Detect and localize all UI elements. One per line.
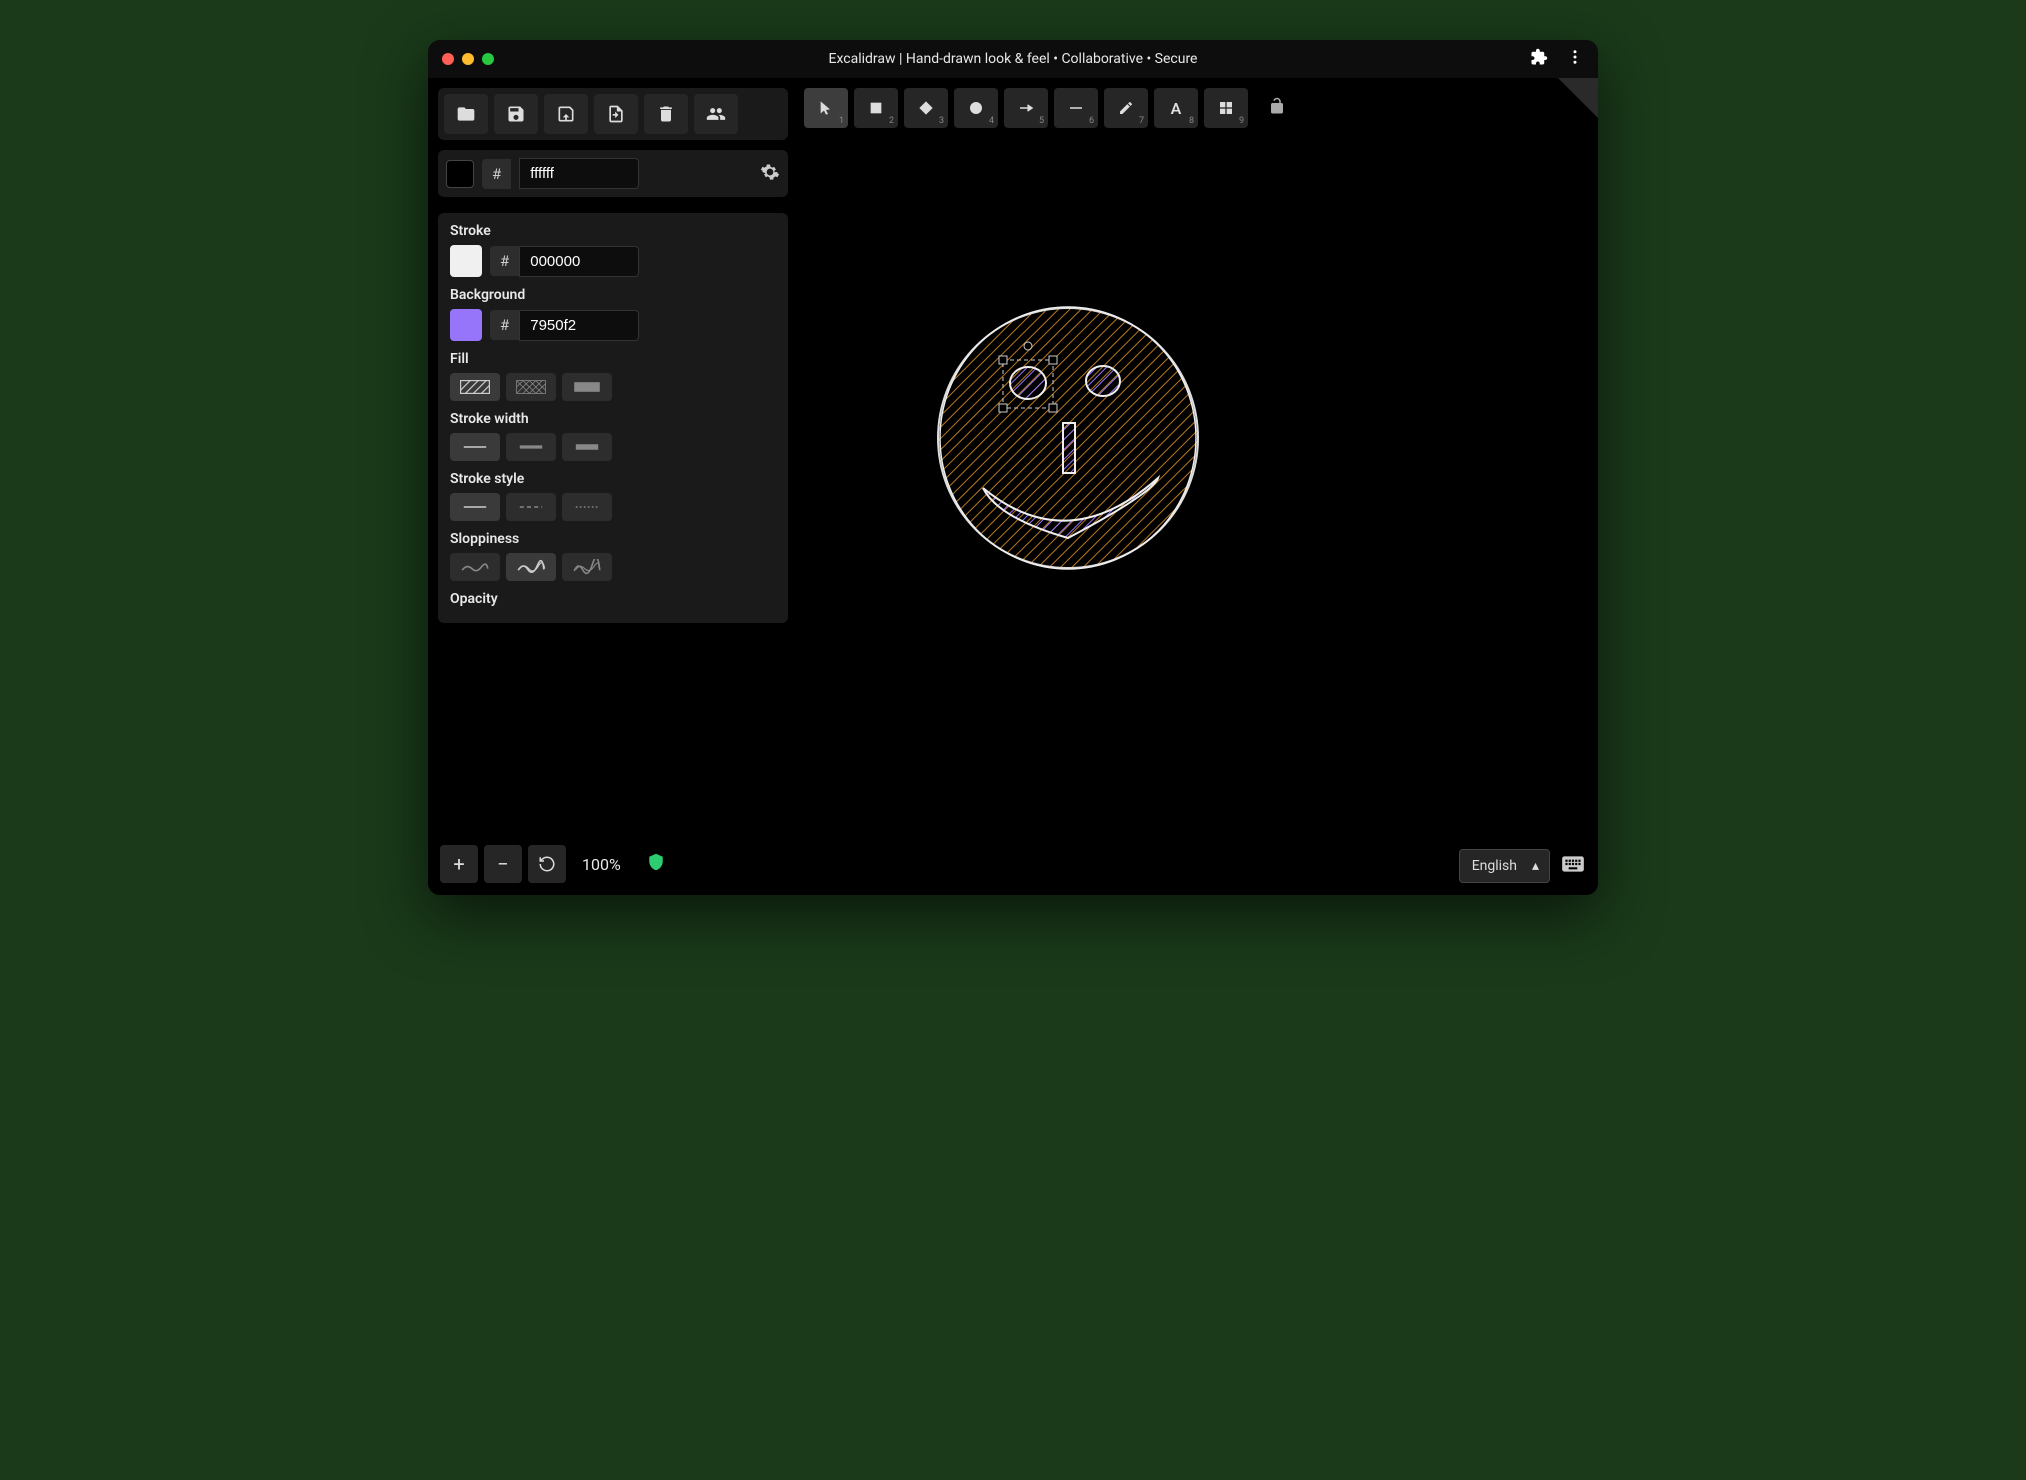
stroke-width-options <box>450 433 776 461</box>
diamond-tool[interactable]: 3 <box>904 88 948 128</box>
background-color-row: # <box>450 309 776 341</box>
clear-button[interactable] <box>644 94 688 134</box>
zoom-controls: + − 100% <box>440 845 665 883</box>
library-tool[interactable]: 9 <box>1204 88 1248 128</box>
sloppiness-options <box>450 553 776 581</box>
stroke-swatch[interactable] <box>450 245 482 277</box>
titlebar-actions <box>1530 48 1584 70</box>
properties-panel: Stroke # Background # Fill <box>438 213 788 623</box>
stroke-label: Stroke <box>450 223 776 239</box>
canvas-drawing[interactable] <box>908 278 1248 618</box>
stroke-style-label: Stroke style <box>450 471 776 487</box>
collaborate-button[interactable] <box>694 94 738 134</box>
line-tool[interactable]: 6 <box>1054 88 1098 128</box>
zoom-value: 100% <box>572 855 631 874</box>
extension-icon[interactable] <box>1530 48 1548 70</box>
text-tool[interactable]: A8 <box>1154 88 1198 128</box>
fill-cross-button[interactable] <box>506 373 556 401</box>
background-color-input[interactable] <box>519 310 639 341</box>
zoom-in-button[interactable]: + <box>440 845 478 883</box>
save-button[interactable] <box>494 94 538 134</box>
menu-dots-icon[interactable] <box>1566 48 1584 70</box>
open-button[interactable] <box>444 94 488 134</box>
sloppy-cartoonist-button[interactable] <box>562 553 612 581</box>
fill-hachure-button[interactable] <box>450 373 500 401</box>
fill-label: Fill <box>450 351 776 367</box>
save-as-button[interactable] <box>544 94 588 134</box>
left-toolbar: # Stroke # Background # Fill <box>438 88 788 623</box>
close-window-button[interactable] <box>442 53 454 65</box>
sloppy-artist-button[interactable] <box>506 553 556 581</box>
canvas-color-row: # <box>438 150 788 197</box>
keyboard-button[interactable] <box>1560 851 1586 881</box>
fill-options <box>450 373 776 401</box>
rectangle-tool[interactable]: 2 <box>854 88 898 128</box>
arrow-tool[interactable]: 5 <box>1004 88 1048 128</box>
stroke-medium-button[interactable] <box>506 433 556 461</box>
opacity-label: Opacity <box>450 591 776 607</box>
sloppiness-label: Sloppiness <box>450 531 776 547</box>
stroke-width-label: Stroke width <box>450 411 776 427</box>
stroke-color-row: # <box>450 245 776 277</box>
stroke-thin-button[interactable] <box>450 433 500 461</box>
window-title: Excalidraw | Hand-drawn look & feel • Co… <box>829 51 1198 67</box>
fill-solid-button[interactable] <box>562 373 612 401</box>
stroke-solid-button[interactable] <box>450 493 500 521</box>
minimize-window-button[interactable] <box>462 53 474 65</box>
draw-tool[interactable]: 7 <box>1104 88 1148 128</box>
stroke-thick-button[interactable] <box>562 433 612 461</box>
stroke-dotted-button[interactable] <box>562 493 612 521</box>
app-window: Excalidraw | Hand-drawn look & feel • Co… <box>428 40 1598 895</box>
shield-icon[interactable] <box>647 853 665 875</box>
export-button[interactable] <box>594 94 638 134</box>
traffic-lights <box>442 53 494 65</box>
hash-label: # <box>490 310 519 340</box>
zoom-reset-button[interactable] <box>528 845 566 883</box>
github-corner[interactable] <box>1558 78 1598 118</box>
shape-toolbar: 1 2 3 4 5 6 7 A8 9 <box>804 88 1286 128</box>
background-label: Background <box>450 287 776 303</box>
hash-label: # <box>482 159 511 189</box>
background-swatch[interactable] <box>450 309 482 341</box>
lock-button[interactable] <box>1268 97 1286 119</box>
settings-button[interactable] <box>760 162 780 186</box>
canvas-color-swatch[interactable] <box>446 160 474 188</box>
hash-label: # <box>490 246 519 276</box>
select-tool[interactable]: 1 <box>804 88 848 128</box>
maximize-window-button[interactable] <box>482 53 494 65</box>
titlebar: Excalidraw | Hand-drawn look & feel • Co… <box>428 40 1598 78</box>
canvas-color-input[interactable] <box>519 158 639 189</box>
sloppy-architect-button[interactable] <box>450 553 500 581</box>
stroke-dashed-button[interactable] <box>506 493 556 521</box>
app-content: # Stroke # Background # Fill <box>428 78 1598 895</box>
stroke-color-input[interactable] <box>519 246 639 277</box>
bottom-right-controls: English <box>1459 849 1586 883</box>
zoom-out-button[interactable]: − <box>484 845 522 883</box>
circle-tool[interactable]: 4 <box>954 88 998 128</box>
stroke-style-options <box>450 493 776 521</box>
language-select[interactable]: English <box>1459 849 1550 883</box>
file-toolbar <box>438 88 788 140</box>
